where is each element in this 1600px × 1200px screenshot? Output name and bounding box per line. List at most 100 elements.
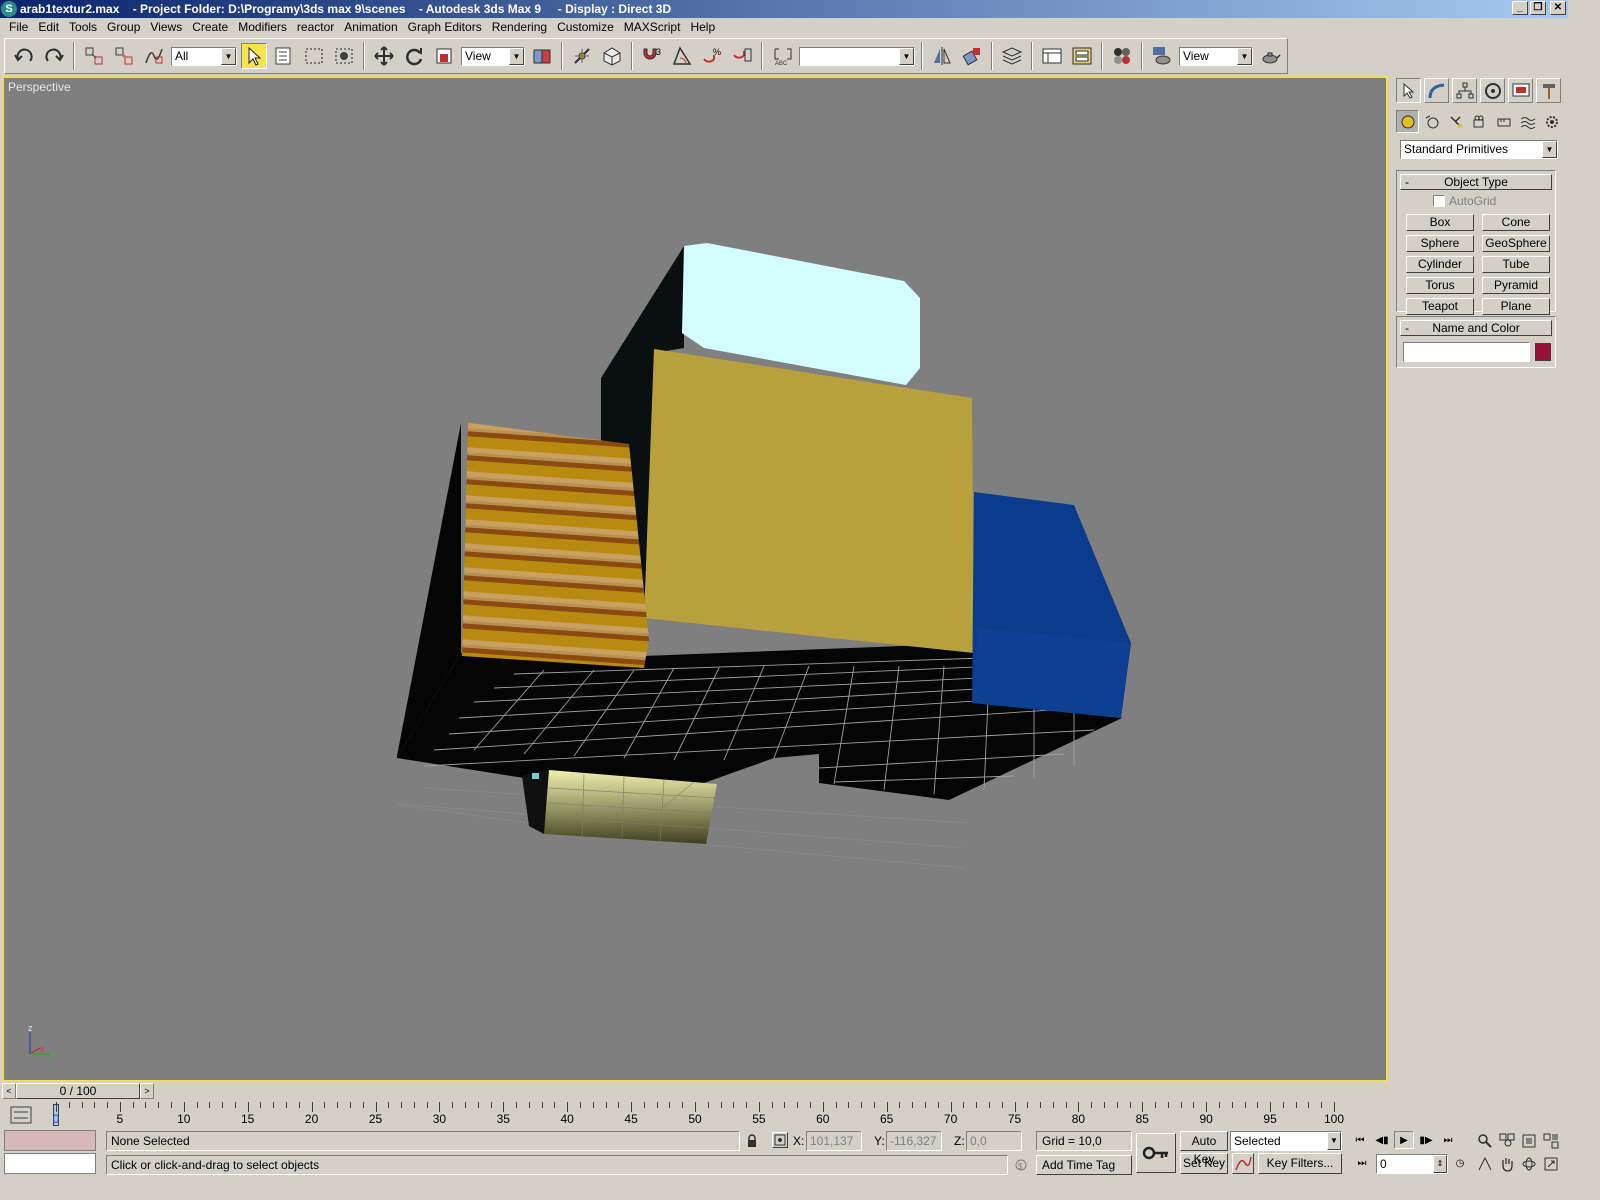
zoom-extents-button[interactable] [1518, 1130, 1540, 1151]
selection-lock-icon[interactable] [746, 1134, 758, 1148]
pan-view-button[interactable] [1496, 1153, 1518, 1174]
align-button[interactable] [959, 43, 985, 69]
motion-tab[interactable] [1480, 78, 1505, 103]
z-coord-field[interactable]: 0,0 [966, 1131, 1022, 1151]
menu-customize[interactable]: Customize [552, 18, 619, 37]
lights-subtab[interactable] [1444, 110, 1467, 133]
add-time-tag-button[interactable]: Add Time Tag [1036, 1155, 1132, 1175]
play-button[interactable]: ▶ [1394, 1131, 1414, 1149]
menu-reactor[interactable]: reactor [292, 18, 339, 37]
cylinder-button[interactable]: Cylinder [1406, 256, 1474, 273]
undo-button[interactable] [11, 43, 37, 69]
arc-rotate-button[interactable] [1518, 1153, 1540, 1174]
select-by-name-button[interactable] [271, 43, 297, 69]
rectangular-selection-button[interactable] [301, 43, 327, 69]
autogrid-checkbox[interactable] [1433, 195, 1445, 207]
layer-manager-button[interactable] [999, 43, 1025, 69]
object-name-field[interactable] [1403, 342, 1531, 362]
hierarchy-tab[interactable] [1452, 78, 1477, 103]
key-mode-toggle-button[interactable]: ⏭ [1352, 1154, 1372, 1172]
key-mode-dropdown[interactable]: Selected ▼ [1230, 1131, 1342, 1151]
schematic-view-button[interactable] [1069, 43, 1095, 69]
previous-frame-button[interactable]: ◀▮ [1372, 1131, 1392, 1149]
absolute-mode-transform-button[interactable] [772, 1132, 788, 1148]
helpers-subtab[interactable] [1492, 110, 1515, 133]
select-and-link-button[interactable] [81, 43, 107, 69]
object-color-swatch[interactable] [1535, 343, 1551, 361]
perspective-viewport[interactable]: Perspective z x y [2, 76, 1388, 1082]
time-slider-next-button[interactable]: > [140, 1083, 154, 1099]
menu-animation[interactable]: Animation [339, 18, 402, 37]
display-tab[interactable] [1508, 78, 1533, 103]
time-slider-prev-button[interactable]: < [2, 1083, 16, 1099]
unlink-selection-button[interactable] [111, 43, 137, 69]
minimize-button[interactable]: _ [1512, 1, 1528, 15]
cone-button[interactable]: Cone [1482, 214, 1550, 231]
restore-button[interactable]: ❐ [1530, 1, 1546, 15]
maximize-viewport-button[interactable] [1540, 1153, 1562, 1174]
menu-help[interactable]: Help [685, 18, 720, 37]
select-and-manipulate-button[interactable] [569, 43, 595, 69]
autogrid-checkbox-row[interactable]: AutoGrid [1433, 194, 1555, 208]
keyboard-shortcut-override-button[interactable] [599, 43, 625, 69]
zoom-extents-all-button[interactable] [1540, 1130, 1562, 1151]
maxscript-listener-macro[interactable] [4, 1130, 96, 1151]
render-scene-dialog-button[interactable] [1149, 43, 1175, 69]
utilities-tab[interactable] [1536, 78, 1561, 103]
menu-tools[interactable]: Tools [64, 18, 102, 37]
menu-maxscript[interactable]: MAXScript [619, 18, 686, 37]
pyramid-button[interactable]: Pyramid [1482, 277, 1550, 294]
name-and-color-header[interactable]: - Name and Color [1400, 320, 1552, 336]
select-and-scale-button[interactable] [431, 43, 457, 69]
key-filters-button[interactable]: Key Filters... [1258, 1153, 1342, 1174]
named-selection-dropdown[interactable]: ▼ [799, 46, 915, 66]
maxscript-listener-input[interactable] [4, 1153, 96, 1174]
menu-group[interactable]: Group [102, 18, 145, 37]
select-object-button[interactable] [241, 43, 267, 69]
zoom-button[interactable] [1474, 1130, 1496, 1151]
field-of-view-button[interactable] [1474, 1153, 1496, 1174]
y-coord-field[interactable]: -116,327 [886, 1131, 942, 1151]
set-keys-button[interactable] [1136, 1133, 1176, 1173]
menu-rendering[interactable]: Rendering [487, 18, 552, 37]
zoom-all-button[interactable] [1496, 1130, 1518, 1151]
set-key-button[interactable]: Set Key [1180, 1153, 1228, 1174]
app-icon[interactable]: S [1, 1, 17, 17]
time-tag-icon[interactable]: $ [1014, 1158, 1028, 1172]
menu-edit[interactable]: Edit [33, 18, 64, 37]
menu-create[interactable]: Create [187, 18, 233, 37]
time-slider-thumb[interactable]: 0 / 100 [16, 1083, 140, 1099]
edit-named-selection-button[interactable]: ABC [769, 43, 795, 69]
bind-space-warp-button[interactable] [141, 43, 167, 69]
time-configuration-button[interactable]: ◷ [1450, 1154, 1470, 1172]
go-to-end-button[interactable]: ⏭ [1438, 1131, 1458, 1149]
teapot-button[interactable]: Teapot [1406, 298, 1474, 315]
redo-button[interactable] [41, 43, 67, 69]
curve-editor-button[interactable] [1039, 43, 1065, 69]
select-and-move-button[interactable] [371, 43, 397, 69]
render-type-dropdown[interactable]: View ▼ [1179, 46, 1253, 66]
snaps-toggle-button[interactable]: 3 [639, 43, 665, 69]
close-button[interactable]: ✕ [1550, 1, 1566, 15]
geosphere-button[interactable]: GeoSphere [1482, 235, 1550, 252]
window-crossing-button[interactable] [331, 43, 357, 69]
menu-modifiers[interactable]: Modifiers [233, 18, 292, 37]
tube-button[interactable]: Tube [1482, 256, 1550, 273]
go-to-start-button[interactable]: ⏮ [1350, 1131, 1370, 1149]
angle-snap-toggle-button[interactable] [669, 43, 695, 69]
use-pivot-center-button[interactable] [529, 43, 555, 69]
selection-filter-dropdown[interactable]: All ▼ [171, 46, 237, 66]
timeline-ruler[interactable]: 0 5 10 15 20 25 30 35 40 45 50 55 60 65 70 75 80 85 90 95 10… [48, 1100, 1344, 1128]
percent-snap-toggle-button[interactable]: % [699, 43, 725, 69]
create-tab[interactable] [1396, 78, 1421, 103]
systems-subtab[interactable] [1540, 110, 1563, 133]
cameras-subtab[interactable] [1468, 110, 1491, 133]
auto-key-button[interactable]: Auto Key [1180, 1131, 1228, 1166]
quick-render-button[interactable] [1257, 43, 1283, 69]
material-editor-button[interactable] [1109, 43, 1135, 69]
spinner-snap-toggle-button[interactable] [729, 43, 755, 69]
current-frame-field[interactable]: 0 ⇕ [1376, 1154, 1448, 1174]
sphere-button[interactable]: Sphere [1406, 235, 1474, 252]
select-and-rotate-button[interactable] [401, 43, 427, 69]
mirror-button[interactable] [929, 43, 955, 69]
